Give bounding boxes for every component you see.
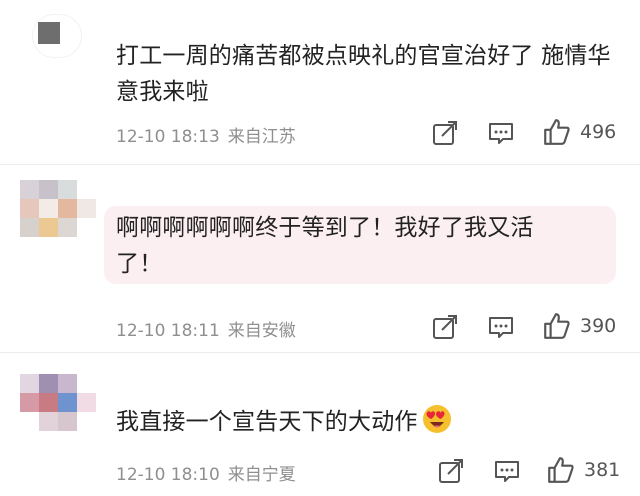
share-icon[interactable] — [432, 314, 458, 340]
comment-meta: 12-10 18:11 来自安徽 — [116, 316, 296, 341]
comment-time: 12-10 18:11 — [116, 321, 220, 341]
avatar[interactable] — [18, 8, 98, 72]
like-count: 496 — [580, 121, 617, 143]
comment-text: 我直接一个宣告天下的大动作 — [116, 404, 616, 440]
comment-meta: 12-10 18:13 来自江苏 — [116, 122, 296, 147]
avatar[interactable] — [18, 180, 98, 244]
comment-icon[interactable] — [488, 314, 514, 340]
comment-text: 啊啊啊啊啊啊终于等到了！我好了我又活了！ — [116, 215, 534, 277]
comment-meta: 12-10 18:10 来自宁夏 — [116, 460, 296, 485]
comment-location: 来自安徽 — [227, 321, 296, 341]
like-icon[interactable] — [542, 118, 570, 146]
like-icon[interactable] — [546, 456, 574, 484]
comment-item-3: 我直接一个宣告天下的大动作 12-10 18:10 来自宁夏 381 — [0, 354, 640, 496]
comment-text: 打工一周的痛苦都被点映礼的官宣治好了 施情华意我来啦 — [116, 43, 611, 105]
comment-time: 12-10 18:10 — [116, 465, 220, 485]
share-icon[interactable] — [432, 120, 458, 146]
share-icon[interactable] — [438, 458, 464, 484]
divider — [0, 164, 640, 165]
like-count: 390 — [580, 315, 617, 337]
comment-icon[interactable] — [494, 458, 520, 484]
comment-icon[interactable] — [488, 120, 514, 146]
avatar[interactable] — [18, 374, 98, 438]
divider — [0, 352, 640, 353]
comment-location: 来自江苏 — [227, 127, 296, 147]
comment-time: 12-10 18:13 — [116, 127, 220, 147]
comment-item-1: 打工一周的痛苦都被点映礼的官宣治好了 施情华意我来啦 12-10 18:13 来自… — [0, 0, 640, 166]
like-icon[interactable] — [542, 312, 570, 340]
comment-text-content: 我直接一个宣告天下的大动作 — [116, 409, 418, 435]
comment-location: 来自宁夏 — [227, 465, 296, 485]
comment-item-2: 啊啊啊啊啊啊终于等到了！我好了我又活了！ 12-10 18:11 来自安徽 390 — [0, 166, 640, 352]
like-count: 381 — [584, 459, 621, 481]
heart-eyes-emoji-icon — [422, 405, 451, 433]
